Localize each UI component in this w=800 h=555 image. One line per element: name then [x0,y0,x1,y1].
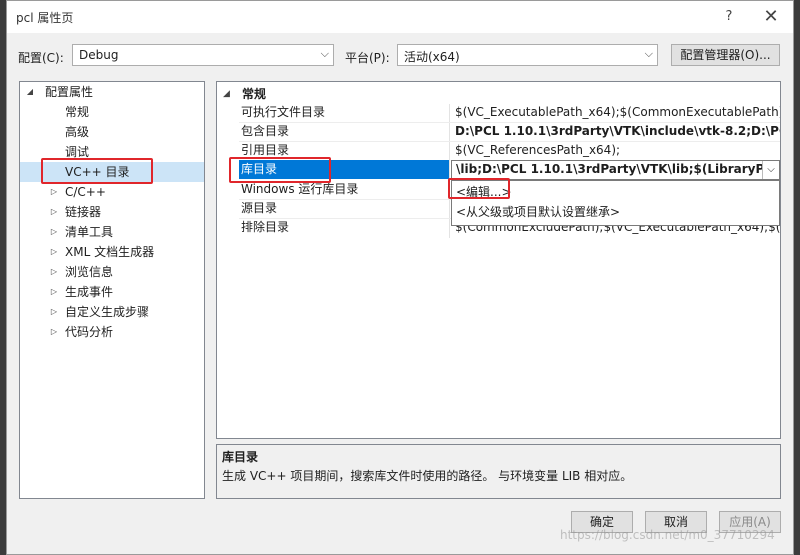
property-grid: ◢ 常规 可执行文件目录 $(VC_ExecutablePath_x64);$(… [216,81,781,439]
tree-item-browse-info[interactable]: ▷ 浏览信息 [20,262,204,282]
tree-item-label: 浏览信息 [65,265,114,279]
tree-item-general[interactable]: 常规 [20,102,204,122]
description-text: 生成 VC++ 项目期间，搜索库文件时使用的路径。 与环境变量 LIB 相对应。 [222,469,633,483]
property-name-exclude-dirs[interactable]: 排除目录 [241,218,449,237]
property-row: 包含目录 D:\PCL 1.10.1\3rdParty\VTK\include\… [217,122,780,141]
category-label: 常规 [242,87,267,101]
property-name-include-dirs[interactable]: 包含目录 [241,122,449,141]
library-dirs-editor[interactable]: \lib;D:\PCL 1.10.1\3rdParty\VTK\lib;$(Li… [451,160,780,180]
platform-label: 平台(P): [345,51,390,65]
collapsed-arrow-icon[interactable]: ▷ [48,202,60,222]
property-pages-dialog: pcl 属性页 ? ✕ 配置(C): Debug ⌵ 平台(P): 活动(x64… [6,0,794,555]
chevron-down-icon: ⌵ [644,47,653,60]
watermark: https://blog.csdn.net/m0_37710294 [560,528,775,542]
tree-item-root[interactable]: ◢ 配置属性 [20,82,204,102]
tree-item-label: 配置属性 [45,85,94,99]
property-tree: ◢ 配置属性 常规 高级 调试 VC++ 目录 ▷ C/C++ ▷ 链接器 ▷ … [19,81,205,499]
property-name-source-dirs[interactable]: 源目录 [241,199,449,218]
collapsed-arrow-icon[interactable]: ▷ [48,322,60,342]
library-dirs-dropdown: <编辑...> <从父级或项目默认设置继承> [451,180,780,226]
description-panel: 库目录 生成 VC++ 项目期间，搜索库文件时使用的路径。 与环境变量 LIB … [216,444,781,499]
property-value-executable-dirs[interactable]: $(VC_ExecutablePath_x64);$(CommonExecuta… [455,103,780,122]
tree-item-advanced[interactable]: 高级 [20,122,204,142]
title-bar: pcl 属性页 ? ✕ [7,1,793,33]
background-right-edge [794,0,800,555]
property-name-reference-dirs[interactable]: 引用目录 [241,141,449,160]
tree-item-label: 生成事件 [65,285,114,299]
tree-item-linker[interactable]: ▷ 链接器 [20,202,204,222]
chevron-down-icon[interactable]: ⌵ [762,161,779,179]
tree-item-label: 高级 [65,125,90,139]
collapsed-arrow-icon[interactable]: ▷ [48,262,60,282]
property-name-library-dirs[interactable]: 库目录 [239,160,449,179]
config-value: Debug [79,48,119,62]
collapsed-arrow-icon[interactable]: ▷ [48,282,60,302]
tree-item-xml-doc-generator[interactable]: ▷ XML 文档生成器 [20,242,204,262]
tree-item-debugging[interactable]: 调试 [20,142,204,162]
tree-item-label: 调试 [65,145,90,159]
property-value-reference-dirs[interactable]: $(VC_ReferencesPath_x64); [455,141,780,160]
help-icon[interactable]: ? [719,7,739,27]
tree-item-label: XML 文档生成器 [65,245,155,259]
tree-item-label: 代码分析 [65,325,114,339]
platform-value: 活动(x64) [404,50,460,64]
property-row: 引用目录 $(VC_ReferencesPath_x64); [217,141,780,160]
tree-item-label: C/C++ [65,185,106,199]
description-title: 库目录 [222,450,259,464]
collapsed-arrow-icon[interactable]: ▷ [48,242,60,262]
library-dirs-value[interactable]: \lib;D:\PCL 1.10.1\3rdParty\VTK\lib;$(Li… [456,162,762,176]
tree-item-manifest-tool[interactable]: ▷ 清单工具 [20,222,204,242]
property-name-executable-dirs[interactable]: 可执行文件目录 [241,103,449,122]
close-icon[interactable]: ✕ [759,5,783,29]
config-label: 配置(C): [18,51,64,65]
collapsed-arrow-icon[interactable]: ▷ [48,222,60,242]
dropdown-option-inherit[interactable]: <从父级或项目默认设置继承> [456,203,620,221]
window-title: pcl 属性页 [16,11,74,25]
config-manager-button[interactable]: 配置管理器(O)... [671,44,780,66]
platform-select[interactable]: 活动(x64) ⌵ [397,44,658,66]
expanded-arrow-icon: ◢ [26,87,34,96]
tree-item-label: 清单工具 [65,225,114,239]
dropdown-option-edit[interactable]: <编辑...> [456,183,512,201]
category-general[interactable]: ◢ 常规 [217,84,780,104]
tree-item-code-analysis[interactable]: ▷ 代码分析 [20,322,204,342]
tree-item-vc-directories[interactable]: VC++ 目录 [20,162,204,182]
property-row: 可执行文件目录 $(VC_ExecutablePath_x64);$(Commo… [217,103,780,122]
chevron-down-icon: ⌵ [320,47,329,60]
tree-item-label: 自定义生成步骤 [65,305,150,319]
collapsed-arrow-icon[interactable]: ▷ [48,302,60,322]
tree-item-label: 链接器 [65,205,102,219]
property-value-include-dirs[interactable]: D:\PCL 1.10.1\3rdParty\VTK\include\vtk-8… [455,122,780,141]
tree-item-label: 常规 [65,105,90,119]
expanded-arrow-icon: ◢ [223,89,230,99]
collapsed-arrow-icon[interactable]: ▷ [48,182,60,202]
tree-item-label: VC++ 目录 [65,165,130,179]
tree-item-build-events[interactable]: ▷ 生成事件 [20,282,204,302]
tree-item-c-cpp[interactable]: ▷ C/C++ [20,182,204,202]
property-name-winrt-dirs[interactable]: Windows 运行库目录 [241,180,449,199]
tree-item-custom-build-step[interactable]: ▷ 自定义生成步骤 [20,302,204,322]
config-select[interactable]: Debug ⌵ [72,44,334,66]
